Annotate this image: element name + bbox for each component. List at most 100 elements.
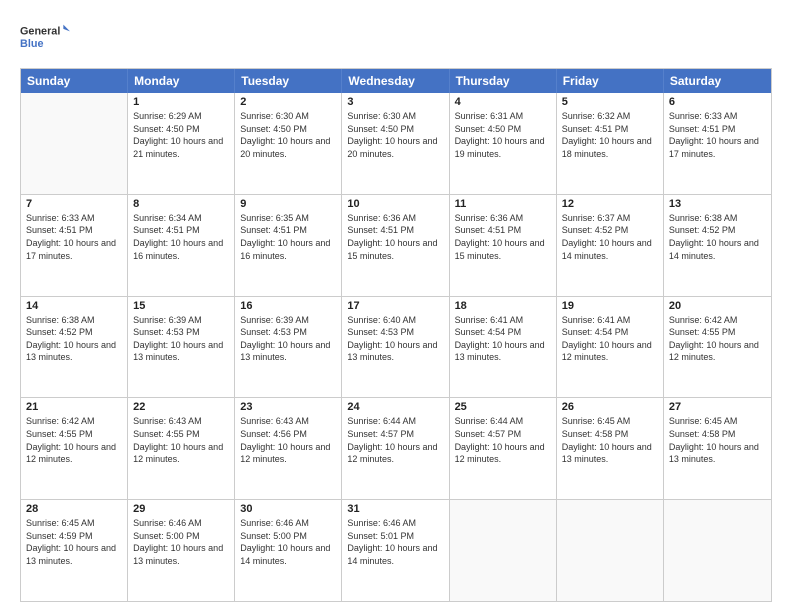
- cell-info: Sunrise: 6:31 AMSunset: 4:50 PMDaylight:…: [455, 110, 551, 160]
- cal-cell-r4-c1: 29 Sunrise: 6:46 AMSunset: 5:00 PMDayligh…: [128, 500, 235, 601]
- cell-info: Sunrise: 6:42 AMSunset: 4:55 PMDaylight:…: [26, 415, 122, 465]
- day-number: 19: [562, 300, 658, 312]
- cal-cell-r2-c4: 18Sunrise: 6:41 AMSunset: 4:54 PMDayligh…: [450, 297, 557, 398]
- cal-cell-r2-c5: 19 Sunrise: 6:41 AMSunset: 4:54 PMDayligh…: [557, 297, 664, 398]
- cell-info: Sunrise: 6:34 AMSunset: 4:51 PMDaylight:…: [133, 212, 229, 262]
- cal-cell-r1-c0: 7 Sunrise: 6:33 AMSunset: 4:51 PMDaylight…: [21, 195, 128, 296]
- cal-cell-r4-c4: [450, 500, 557, 601]
- day-number: 21: [26, 401, 122, 413]
- cal-row-3: 21 Sunrise: 6:42 AMSunset: 4:55 PMDayligh…: [21, 397, 771, 499]
- cell-info: Sunrise: 6:29 AMSunset: 4:50 PMDaylight:…: [133, 110, 229, 160]
- cell-info: Sunrise: 6:30 AMSunset: 4:50 PMDaylight:…: [347, 110, 443, 160]
- day-number: 15: [133, 300, 229, 312]
- day-number: 31: [347, 503, 443, 515]
- cal-cell-r2-c3: 17 Sunrise: 6:40 AMSunset: 4:53 PMDayligh…: [342, 297, 449, 398]
- cell-info: Sunrise: 6:44 AMSunset: 4:57 PMDaylight:…: [455, 415, 551, 465]
- cell-info: Sunrise: 6:46 AMSunset: 5:01 PMDaylight:…: [347, 517, 443, 567]
- cell-info: Sunrise: 6:35 AMSunset: 4:51 PMDaylight:…: [240, 212, 336, 262]
- logo-svg: General Blue: [20, 18, 70, 58]
- cell-info: Sunrise: 6:41 AMSunset: 4:54 PMDaylight:…: [562, 314, 658, 364]
- cal-cell-r3-c3: 24 Sunrise: 6:44 AMSunset: 4:57 PMDayligh…: [342, 398, 449, 499]
- day-number: 2: [240, 96, 336, 108]
- cal-row-1: 7 Sunrise: 6:33 AMSunset: 4:51 PMDaylight…: [21, 194, 771, 296]
- cell-info: Sunrise: 6:43 AMSunset: 4:55 PMDaylight:…: [133, 415, 229, 465]
- cal-row-0: 1 Sunrise: 6:29 AMSunset: 4:50 PMDaylight…: [21, 93, 771, 194]
- page: General Blue SundayMondayTuesdayWednesda…: [0, 0, 792, 612]
- day-number: 22: [133, 401, 229, 413]
- cal-cell-r0-c3: 3 Sunrise: 6:30 AMSunset: 4:50 PMDaylight…: [342, 93, 449, 194]
- day-number: 11: [455, 198, 551, 210]
- cell-info: Sunrise: 6:46 AMSunset: 5:00 PMDaylight:…: [240, 517, 336, 567]
- day-number: 16: [240, 300, 336, 312]
- day-number: 7: [26, 198, 122, 210]
- cal-header-saturday: Saturday: [664, 69, 771, 93]
- cell-info: Sunrise: 6:42 AMSunset: 4:55 PMDaylight:…: [669, 314, 766, 364]
- cell-info: Sunrise: 6:43 AMSunset: 4:56 PMDaylight:…: [240, 415, 336, 465]
- day-number: 18: [455, 300, 551, 312]
- cell-info: Sunrise: 6:38 AMSunset: 4:52 PMDaylight:…: [669, 212, 766, 262]
- day-number: 26: [562, 401, 658, 413]
- cell-info: Sunrise: 6:46 AMSunset: 5:00 PMDaylight:…: [133, 517, 229, 567]
- day-number: 5: [562, 96, 658, 108]
- cal-cell-r1-c6: 13 Sunrise: 6:38 AMSunset: 4:52 PMDayligh…: [664, 195, 771, 296]
- cal-cell-r4-c3: 31 Sunrise: 6:46 AMSunset: 5:01 PMDayligh…: [342, 500, 449, 601]
- day-number: 25: [455, 401, 551, 413]
- day-number: 10: [347, 198, 443, 210]
- day-number: 20: [669, 300, 766, 312]
- header: General Blue: [20, 18, 772, 58]
- day-number: 28: [26, 503, 122, 515]
- cal-cell-r3-c1: 22 Sunrise: 6:43 AMSunset: 4:55 PMDayligh…: [128, 398, 235, 499]
- day-number: 4: [455, 96, 551, 108]
- cal-cell-r0-c0: [21, 93, 128, 194]
- day-number: 30: [240, 503, 336, 515]
- svg-text:Blue: Blue: [20, 38, 43, 50]
- day-number: 9: [240, 198, 336, 210]
- cal-cell-r0-c6: 6 Sunrise: 6:33 AMSunset: 4:51 PMDaylight…: [664, 93, 771, 194]
- day-number: 23: [240, 401, 336, 413]
- cal-cell-r1-c3: 10 Sunrise: 6:36 AMSunset: 4:51 PMDayligh…: [342, 195, 449, 296]
- day-number: 13: [669, 198, 766, 210]
- cal-row-2: 14 Sunrise: 6:38 AMSunset: 4:52 PMDayligh…: [21, 296, 771, 398]
- cal-cell-r0-c2: 2 Sunrise: 6:30 AMSunset: 4:50 PMDaylight…: [235, 93, 342, 194]
- calendar: SundayMondayTuesdayWednesdayThursdayFrid…: [20, 68, 772, 602]
- cal-cell-r1-c2: 9 Sunrise: 6:35 AMSunset: 4:51 PMDaylight…: [235, 195, 342, 296]
- day-number: 6: [669, 96, 766, 108]
- cell-info: Sunrise: 6:45 AMSunset: 4:58 PMDaylight:…: [669, 415, 766, 465]
- cell-info: Sunrise: 6:30 AMSunset: 4:50 PMDaylight:…: [240, 110, 336, 160]
- cal-header-monday: Monday: [128, 69, 235, 93]
- cal-cell-r0-c4: 4 Sunrise: 6:31 AMSunset: 4:50 PMDaylight…: [450, 93, 557, 194]
- day-number: 14: [26, 300, 122, 312]
- day-number: 17: [347, 300, 443, 312]
- cal-cell-r1-c4: 11Sunrise: 6:36 AMSunset: 4:51 PMDayligh…: [450, 195, 557, 296]
- cell-info: Sunrise: 6:38 AMSunset: 4:52 PMDaylight:…: [26, 314, 122, 364]
- cell-info: Sunrise: 6:33 AMSunset: 4:51 PMDaylight:…: [669, 110, 766, 160]
- day-number: 1: [133, 96, 229, 108]
- svg-text:General: General: [20, 26, 60, 38]
- cell-info: Sunrise: 6:32 AMSunset: 4:51 PMDaylight:…: [562, 110, 658, 160]
- calendar-body: 1 Sunrise: 6:29 AMSunset: 4:50 PMDaylight…: [21, 93, 771, 601]
- day-number: 3: [347, 96, 443, 108]
- cell-info: Sunrise: 6:37 AMSunset: 4:52 PMDaylight:…: [562, 212, 658, 262]
- cell-info: Sunrise: 6:44 AMSunset: 4:57 PMDaylight:…: [347, 415, 443, 465]
- day-number: 29: [133, 503, 229, 515]
- cal-cell-r3-c5: 26Sunrise: 6:45 AMSunset: 4:58 PMDayligh…: [557, 398, 664, 499]
- cal-cell-r3-c6: 27Sunrise: 6:45 AMSunset: 4:58 PMDayligh…: [664, 398, 771, 499]
- logo: General Blue: [20, 18, 70, 58]
- cal-cell-r2-c0: 14 Sunrise: 6:38 AMSunset: 4:52 PMDayligh…: [21, 297, 128, 398]
- cal-header-sunday: Sunday: [21, 69, 128, 93]
- calendar-header-row: SundayMondayTuesdayWednesdayThursdayFrid…: [21, 69, 771, 93]
- cal-cell-r2-c6: 20 Sunrise: 6:42 AMSunset: 4:55 PMDayligh…: [664, 297, 771, 398]
- cal-cell-r3-c2: 23 Sunrise: 6:43 AMSunset: 4:56 PMDayligh…: [235, 398, 342, 499]
- cell-info: Sunrise: 6:39 AMSunset: 4:53 PMDaylight:…: [133, 314, 229, 364]
- cell-info: Sunrise: 6:33 AMSunset: 4:51 PMDaylight:…: [26, 212, 122, 262]
- cal-cell-r1-c1: 8Sunrise: 6:34 AMSunset: 4:51 PMDaylight…: [128, 195, 235, 296]
- cell-info: Sunrise: 6:39 AMSunset: 4:53 PMDaylight:…: [240, 314, 336, 364]
- cell-info: Sunrise: 6:36 AMSunset: 4:51 PMDaylight:…: [347, 212, 443, 262]
- cal-cell-r3-c4: 25 Sunrise: 6:44 AMSunset: 4:57 PMDayligh…: [450, 398, 557, 499]
- cal-cell-r4-c6: [664, 500, 771, 601]
- day-number: 24: [347, 401, 443, 413]
- cal-cell-r4-c2: 30 Sunrise: 6:46 AMSunset: 5:00 PMDayligh…: [235, 500, 342, 601]
- cal-cell-r2-c2: 16 Sunrise: 6:39 AMSunset: 4:53 PMDayligh…: [235, 297, 342, 398]
- day-number: 12: [562, 198, 658, 210]
- cell-info: Sunrise: 6:40 AMSunset: 4:53 PMDaylight:…: [347, 314, 443, 364]
